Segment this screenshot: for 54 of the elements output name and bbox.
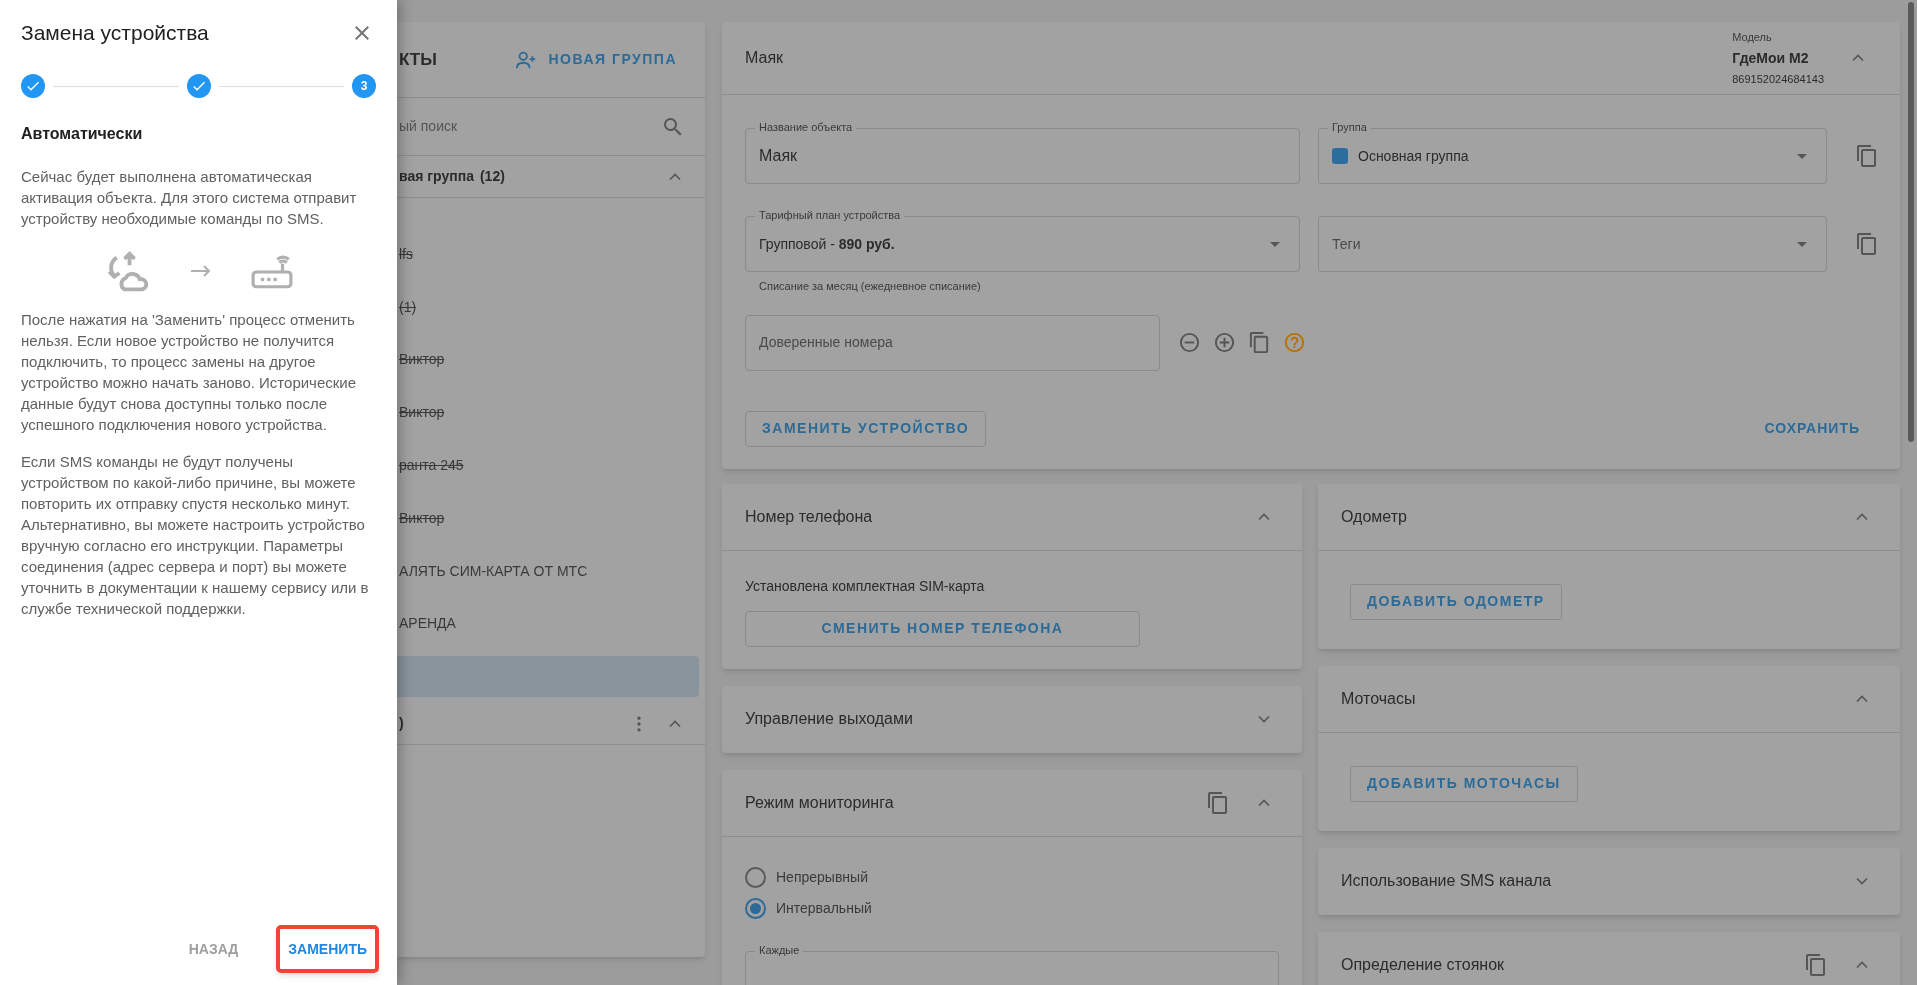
card-title: Одометр xyxy=(1341,506,1408,527)
paragraph: Если SMS команды не будут получены устройством по какой-либо причине, вы можете повторить их отправку спустя несколько минут. Альтернативно, вы можете настроить устройство вручную согласно его инструкции. Параметры соединения (адрес сервера и порт) вы можете уточнить в документации к нашему сервису или в службе технической поддержки. xyxy=(21,452,370,619)
add-circle-icon[interactable] xyxy=(1213,331,1236,354)
model-name: ГдеМои М2 xyxy=(1732,49,1810,68)
paragraph: Сейчас будет выполнена автоматическая активация объекта. Для этого система отправит устройству необходимые команды по SMS. xyxy=(21,167,358,229)
paragraph: После нажатия на 'Заменить' процесс отменить нельзя. Если новое устройство не получится подключить, то процесс замены на другое устройство можно начать заново. Исторические данные будут снова доступны только после успешного подключения нового устройства. xyxy=(21,310,358,435)
radio-label: Непрерывный xyxy=(776,867,868,887)
router-icon xyxy=(250,253,293,289)
copy-icon[interactable] xyxy=(1206,790,1230,815)
group-header[interactable]: ) xyxy=(397,703,705,746)
field-value: Маяк xyxy=(759,146,799,166)
section-heading: Автоматически xyxy=(21,124,144,144)
field-label: Название объекта xyxy=(755,120,857,134)
card-title: Режим мониторинга xyxy=(745,792,895,813)
status-text: Установлена комплектная SIM-карта xyxy=(745,576,986,596)
list-item[interactable] xyxy=(397,655,699,698)
search-field[interactable]: ый поиск xyxy=(399,116,599,137)
copy-icon[interactable] xyxy=(1248,331,1271,354)
field-label: Тарифный план устройства xyxy=(755,208,905,222)
group-name: вая группа xyxy=(399,167,474,186)
help-icon[interactable] xyxy=(1283,331,1306,354)
group-count: (12) xyxy=(479,167,505,186)
copy-icon[interactable] xyxy=(1855,232,1879,256)
field-label: Группа xyxy=(1328,120,1371,134)
card-title: Использование SMS канала xyxy=(1341,871,1553,891)
dropdown-caret-icon xyxy=(1270,241,1280,247)
field-placeholder: Доверенные номера xyxy=(759,333,894,352)
scrollbar-thumb[interactable] xyxy=(1908,2,1914,442)
card-title: Определение стоянок xyxy=(1341,954,1506,975)
dialog-title: Замена устройства xyxy=(21,20,209,47)
replace-button[interactable]: ЗАМЕНИТЬ xyxy=(276,925,379,973)
step-number: 3 xyxy=(352,74,376,98)
helper-text: Списание за месяц (ежедневное списание) xyxy=(759,279,982,294)
remove-circle-icon[interactable] xyxy=(1178,331,1201,354)
radio-label: Интервальный xyxy=(776,898,872,918)
card-title: Номер телефона xyxy=(745,506,874,527)
radio-button[interactable] xyxy=(745,897,766,919)
group-name: ) xyxy=(399,714,404,734)
field-placeholder: Теги xyxy=(1332,234,1362,254)
copy-icon[interactable] xyxy=(1855,144,1879,168)
field-value: Групповой - 890 руб. xyxy=(759,234,896,254)
dropdown-caret-icon xyxy=(1797,241,1807,247)
model-label: Модель xyxy=(1732,29,1773,45)
radio-button[interactable] xyxy=(745,866,766,888)
copy-icon[interactable] xyxy=(1804,952,1828,977)
back-button[interactable]: НАЗАД xyxy=(176,925,251,973)
dropdown-caret-icon xyxy=(1797,153,1807,159)
field-value: Основная группа xyxy=(1358,146,1470,166)
device-id: 869152024684143 xyxy=(1732,72,1824,87)
panel-title: КТЫ xyxy=(399,48,437,71)
card-title: Управление выходами xyxy=(745,709,914,729)
card-title: Маяк xyxy=(745,48,784,68)
card-title: Моточасы xyxy=(1341,688,1417,709)
group-header[interactable]: вая группа (12) xyxy=(397,156,705,198)
